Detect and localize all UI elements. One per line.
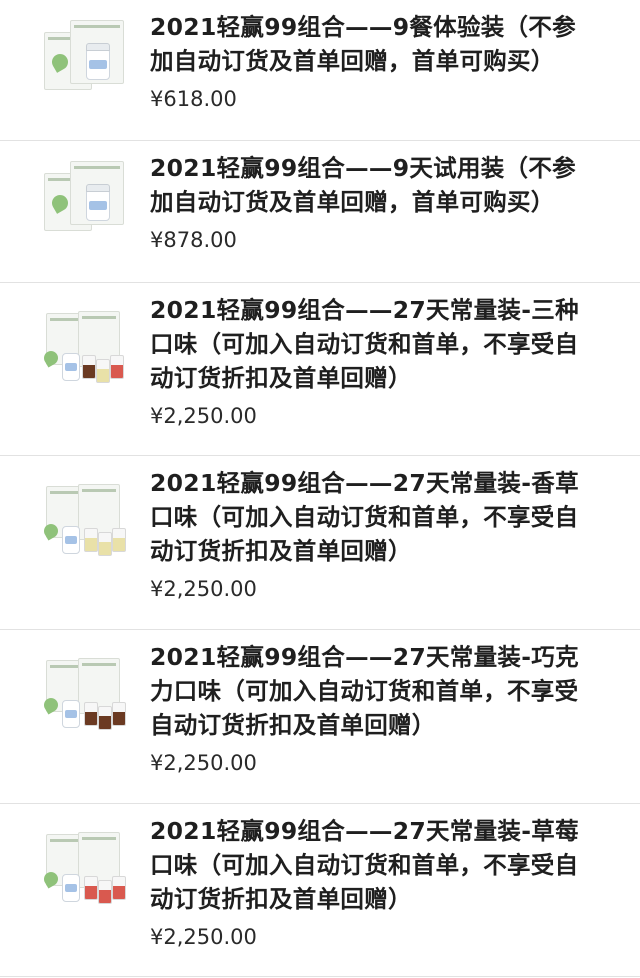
product-price: ¥2,250.00 bbox=[150, 925, 257, 949]
product-jar-image bbox=[62, 526, 80, 554]
strawberry-pack-image bbox=[110, 355, 124, 379]
product-item[interactable]: 2021轻赢99组合——9餐体验装（不参加自动订货及首单回赠，首单可购买） ¥6… bbox=[0, 0, 640, 141]
product-title[interactable]: 2021轻赢99组合——27天常量装-草莓口味（可加入自动订货和首单，不享受自动… bbox=[150, 814, 595, 916]
product-thumbnail[interactable] bbox=[40, 484, 130, 566]
product-item[interactable]: 2021轻赢99组合——27天常量装-香草口味（可加入自动订货和首单，不享受自动… bbox=[0, 456, 640, 630]
product-title[interactable]: 2021轻赢99组合——27天常量装-香草口味（可加入自动订货和首单，不享受自动… bbox=[150, 466, 595, 568]
chocolate-pack-image bbox=[98, 706, 112, 730]
product-thumbnail[interactable] bbox=[40, 155, 130, 237]
chocolate-pack-image bbox=[84, 702, 98, 726]
vanilla-pack-image bbox=[112, 528, 126, 552]
product-info: 2021轻赢99组合——9天试用装（不参加自动订货及首单回赠，首单可购买） ¥8… bbox=[150, 141, 595, 255]
product-jar-image bbox=[62, 874, 80, 902]
product-title[interactable]: 2021轻赢99组合——9餐体验装（不参加自动订货及首单回赠，首单可购买） bbox=[150, 10, 595, 78]
product-thumbnail[interactable] bbox=[40, 832, 130, 914]
product-title[interactable]: 2021轻赢99组合——27天常量装-三种口味（可加入自动订货和首单，不享受自动… bbox=[150, 293, 595, 395]
product-info: 2021轻赢99组合——9餐体验装（不参加自动订货及首单回赠，首单可购买） ¥6… bbox=[150, 0, 595, 114]
product-info: 2021轻赢99组合——27天常量装-巧克力口味（可加入自动订货和首单，不享受自… bbox=[150, 630, 595, 778]
product-info: 2021轻赢99组合——27天常量装-香草口味（可加入自动订货和首单，不享受自动… bbox=[150, 456, 595, 604]
product-item[interactable]: 2021轻赢99组合——27天常量装-巧克力口味（可加入自动订货和首单，不享受自… bbox=[0, 630, 640, 804]
vanilla-pack-image bbox=[96, 359, 110, 383]
product-price: ¥878.00 bbox=[150, 228, 237, 252]
product-price: ¥2,250.00 bbox=[150, 404, 257, 428]
product-thumbnail[interactable] bbox=[40, 311, 130, 393]
product-thumbnail[interactable] bbox=[40, 14, 130, 96]
product-item[interactable]: 2021轻赢99组合——27天常量装-三种口味（可加入自动订货和首单，不享受自动… bbox=[0, 283, 640, 456]
product-list: 2021轻赢99组合——9餐体验装（不参加自动订货及首单回赠，首单可购买） ¥6… bbox=[0, 0, 640, 977]
product-info: 2021轻赢99组合——27天常量装-三种口味（可加入自动订货和首单，不享受自动… bbox=[150, 283, 595, 431]
product-jar-image bbox=[86, 184, 110, 221]
chocolate-pack-image bbox=[82, 355, 96, 379]
product-jar-image bbox=[86, 43, 110, 80]
chocolate-pack-image bbox=[112, 702, 126, 726]
strawberry-pack-image bbox=[98, 880, 112, 904]
product-price: ¥2,250.00 bbox=[150, 577, 257, 601]
product-price: ¥2,250.00 bbox=[150, 751, 257, 775]
product-thumbnail[interactable] bbox=[40, 658, 130, 740]
product-item[interactable]: 2021轻赢99组合——9天试用装（不参加自动订货及首单回赠，首单可购买） ¥8… bbox=[0, 141, 640, 283]
product-price: ¥618.00 bbox=[150, 87, 237, 111]
product-jar-image bbox=[62, 353, 80, 381]
strawberry-pack-image bbox=[84, 876, 98, 900]
product-jar-image bbox=[62, 700, 80, 728]
product-info: 2021轻赢99组合——27天常量装-草莓口味（可加入自动订货和首单，不享受自动… bbox=[150, 804, 595, 952]
product-item[interactable]: 2021轻赢99组合——27天常量装-草莓口味（可加入自动订货和首单，不享受自动… bbox=[0, 804, 640, 977]
vanilla-pack-image bbox=[84, 528, 98, 552]
product-title[interactable]: 2021轻赢99组合——27天常量装-巧克力口味（可加入自动订货和首单，不享受自… bbox=[150, 640, 595, 742]
product-title[interactable]: 2021轻赢99组合——9天试用装（不参加自动订货及首单回赠，首单可购买） bbox=[150, 151, 595, 219]
strawberry-pack-image bbox=[112, 876, 126, 900]
vanilla-pack-image bbox=[98, 532, 112, 556]
